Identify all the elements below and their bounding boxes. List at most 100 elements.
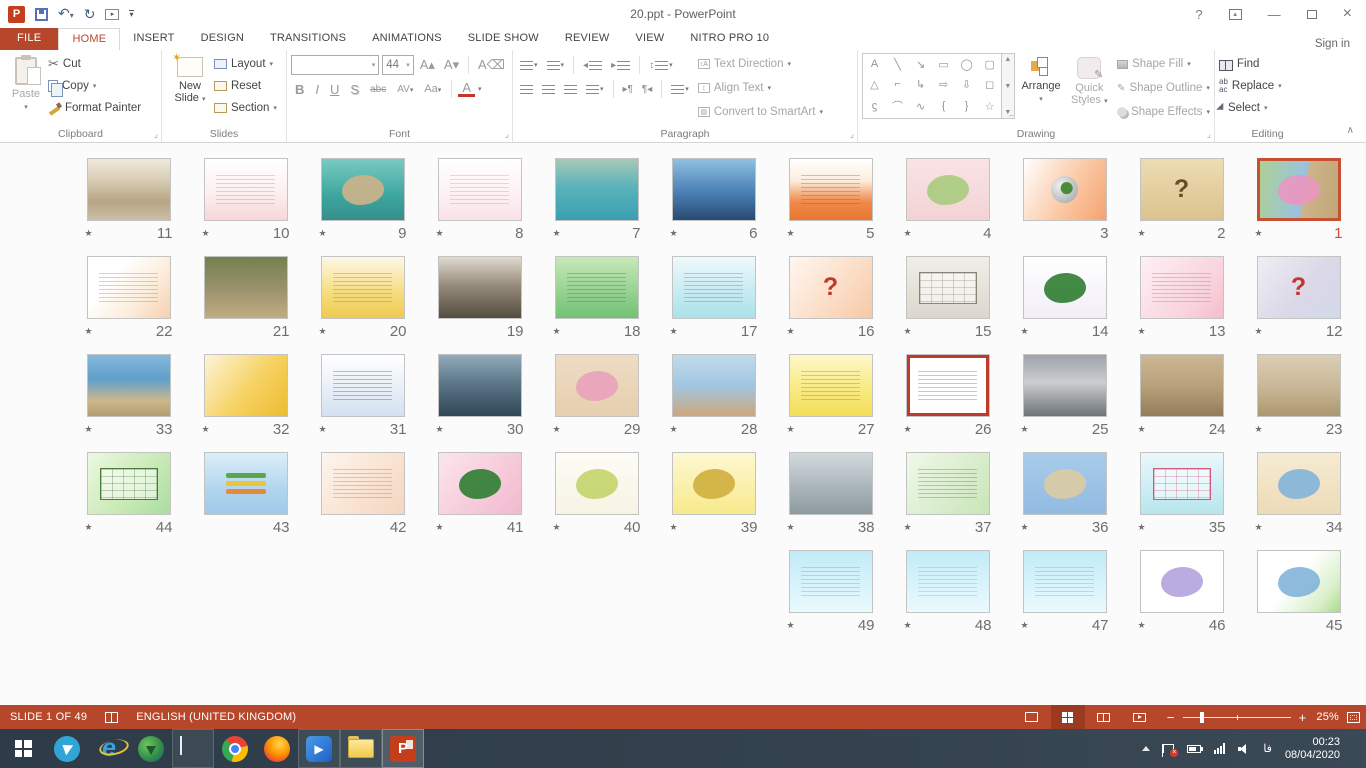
shape-glyph[interactable]: ☆ xyxy=(985,100,995,113)
slide-thumbnail-40[interactable] xyxy=(555,452,639,515)
slide-thumbnail-34[interactable] xyxy=(1257,452,1341,515)
justify-button[interactable]: ▾ xyxy=(583,83,607,96)
sign-in-link[interactable]: Sign in xyxy=(1315,38,1366,50)
shapes-gallery-scrollbar[interactable]: ▲▼▼̲ xyxy=(1002,53,1014,119)
ribbon-display-options-icon[interactable]: ▴ xyxy=(1229,9,1242,20)
slide-thumbnail-49[interactable] xyxy=(789,550,873,613)
slide-thumbnail-43[interactable] xyxy=(204,452,288,515)
input-language-indicator[interactable]: فا xyxy=(1263,742,1272,755)
slide-thumbnail-46[interactable] xyxy=(1140,550,1224,613)
font-color-button[interactable]: A xyxy=(458,82,475,97)
restore-icon[interactable] xyxy=(1307,10,1317,19)
slide-thumbnail-20[interactable] xyxy=(321,256,405,319)
zoom-slider[interactable] xyxy=(1183,717,1291,718)
strikethrough-button[interactable]: abc xyxy=(366,84,390,95)
slide-thumbnail-38[interactable] xyxy=(789,452,873,515)
decrease-font-size-button[interactable]: A▾ xyxy=(441,57,462,73)
zoom-level[interactable]: 25% xyxy=(1316,711,1339,723)
slide-thumbnail-31[interactable] xyxy=(321,354,405,417)
shape-glyph[interactable]: { xyxy=(942,100,946,112)
taskbar-download-manager[interactable] xyxy=(130,729,172,768)
shape-glyph[interactable]: ↳ xyxy=(916,78,925,91)
format-painter-button[interactable]: Format Painter xyxy=(48,97,141,119)
slide-thumbnail-12[interactable]: ? xyxy=(1257,256,1341,319)
slide-thumbnail-22[interactable] xyxy=(87,256,171,319)
action-center-flag-icon[interactable]: × xyxy=(1163,744,1174,753)
start-button[interactable] xyxy=(0,729,46,768)
slide-thumbnail-39[interactable] xyxy=(672,452,756,515)
cut-button[interactable]: ✂ Cut xyxy=(48,53,141,75)
redo-icon[interactable]: ↻ xyxy=(84,7,96,21)
shape-fill-button[interactable]: Shape Fill▾ xyxy=(1117,53,1210,75)
slide-thumbnail-18[interactable] xyxy=(555,256,639,319)
tab-transitions[interactable]: TRANSITIONS xyxy=(257,28,359,50)
increase-indent-button[interactable]: ▸ xyxy=(608,58,633,73)
character-spacing-button[interactable]: AV▾ xyxy=(393,84,417,95)
shape-glyph[interactable]: △ xyxy=(870,78,878,91)
slide-thumbnail-2[interactable]: ? xyxy=(1140,158,1224,221)
convert-to-smartart-button[interactable]: ▤ Convert to SmartArt▾ xyxy=(698,101,823,123)
collapse-ribbon-button[interactable]: ∧ xyxy=(1347,125,1354,136)
shape-glyph[interactable]: A xyxy=(871,58,878,70)
slide-thumbnail-47[interactable] xyxy=(1023,550,1107,613)
slide-thumbnail-28[interactable] xyxy=(672,354,756,417)
tab-design[interactable]: DESIGN xyxy=(188,28,257,50)
shape-glyph[interactable]: ∿ xyxy=(916,100,925,113)
slide-thumbnail-44[interactable] xyxy=(87,452,171,515)
shape-effects-button[interactable]: Shape Effects▾ xyxy=(1117,101,1210,123)
slide-thumbnail-9[interactable] xyxy=(321,158,405,221)
italic-button[interactable]: I xyxy=(311,82,323,97)
slide-thumbnail-15[interactable] xyxy=(906,256,990,319)
align-right-button[interactable] xyxy=(561,83,580,96)
shape-glyph[interactable]: ⇨ xyxy=(939,78,948,91)
slide-thumbnail-29[interactable] xyxy=(555,354,639,417)
bullets-button[interactable]: ▾ xyxy=(517,59,541,72)
slideshow-view-button[interactable] xyxy=(1123,705,1157,729)
slide-thumbnail-26[interactable] xyxy=(906,354,990,417)
taskbar-powerpoint[interactable]: P xyxy=(382,729,424,768)
slide-thumbnail-19[interactable] xyxy=(438,256,522,319)
slide-thumbnail-13[interactable] xyxy=(1140,256,1224,319)
slide-thumbnail-4[interactable] xyxy=(906,158,990,221)
tab-view[interactable]: VIEW xyxy=(622,28,677,50)
font-dialog-launcher[interactable]: ⌟ xyxy=(505,129,509,140)
zoom-slider-thumb[interactable] xyxy=(1200,712,1204,723)
slide-thumbnail-1[interactable] xyxy=(1257,158,1341,221)
slide-thumbnail-16[interactable]: ? xyxy=(789,256,873,319)
fit-to-window-icon[interactable] xyxy=(1347,712,1360,723)
shapes-gallery[interactable]: A╲↘▭◯▢△⌐↳⇨⇩◻ϛ⌒∿{}☆ xyxy=(862,53,1002,119)
slide-thumbnail-14[interactable] xyxy=(1023,256,1107,319)
taskbar-telegram[interactable] xyxy=(46,729,88,768)
slide-thumbnail-23[interactable] xyxy=(1257,354,1341,417)
text-shadow-button[interactable]: S xyxy=(346,82,363,97)
paragraph-dialog-launcher[interactable]: ⌟ xyxy=(850,129,854,140)
clipboard-dialog-launcher[interactable]: ⌟ xyxy=(154,129,158,140)
tab-review[interactable]: REVIEW xyxy=(552,28,623,50)
shape-glyph[interactable]: ╲ xyxy=(894,58,901,71)
shape-glyph[interactable]: ↘ xyxy=(916,58,925,71)
text-direction-button[interactable]: ↕A Text Direction▾ xyxy=(698,53,823,75)
slide-thumbnail-25[interactable] xyxy=(1023,354,1107,417)
slide-thumbnail-10[interactable] xyxy=(204,158,288,221)
numbering-button[interactable]: ▾ xyxy=(544,59,568,72)
paste-button[interactable]: Paste▾ xyxy=(4,53,48,125)
copy-button[interactable]: Copy▾ xyxy=(48,75,141,97)
slide-thumbnail-32[interactable] xyxy=(204,354,288,417)
columns-button[interactable]: ▾ xyxy=(668,83,692,96)
clock[interactable]: 00:23 08/04/2020 xyxy=(1285,736,1340,762)
underline-button[interactable]: U xyxy=(326,82,343,97)
decrease-indent-button[interactable]: ◂ xyxy=(580,58,605,73)
ltr-direction-button[interactable]: ▸¶ xyxy=(620,82,636,97)
slide-thumbnail-36[interactable] xyxy=(1023,452,1107,515)
align-center-button[interactable] xyxy=(539,83,558,96)
slide-thumbnail-21[interactable] xyxy=(204,256,288,319)
powerpoint-logo-icon[interactable]: P xyxy=(8,6,25,23)
taskbar-file-explorer[interactable] xyxy=(340,729,382,768)
tab-nitro-pro-10[interactable]: NITRO PRO 10 xyxy=(677,28,782,50)
slide-thumbnail-48[interactable] xyxy=(906,550,990,613)
taskbar-firefox[interactable] xyxy=(256,729,298,768)
tab-animations[interactable]: ANIMATIONS xyxy=(359,28,455,50)
reset-button[interactable]: Reset xyxy=(214,75,277,97)
align-left-button[interactable] xyxy=(517,83,536,96)
undo-button[interactable]: ↶▾ xyxy=(58,5,74,23)
